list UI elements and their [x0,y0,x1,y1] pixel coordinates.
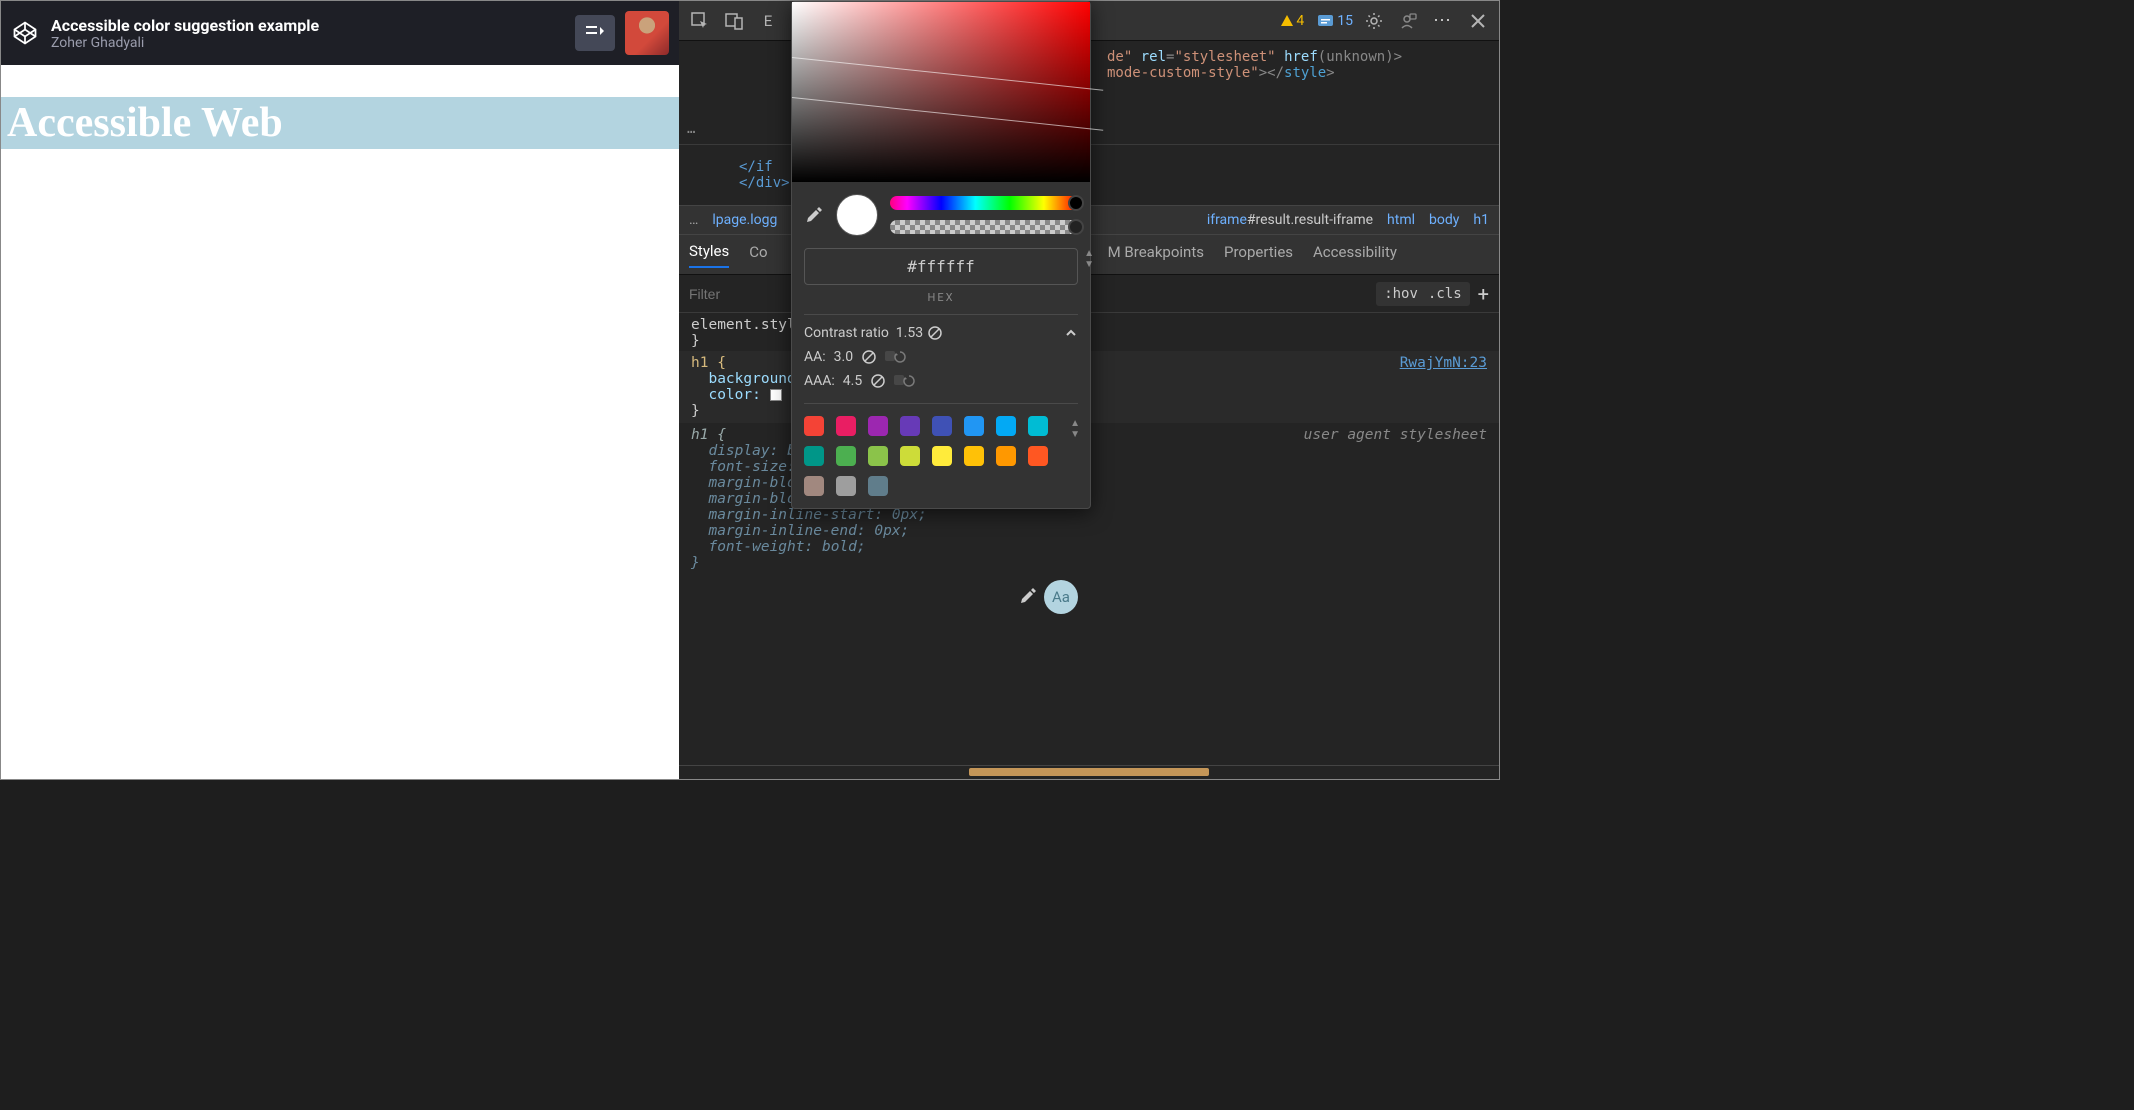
elements-tab-edge[interactable]: E [755,8,781,34]
hue-slider[interactable] [890,196,1078,210]
codepen-header: Accessible color suggestion example Zohe… [1,1,679,65]
contrast-label: Contrast ratio [804,325,889,341]
aa-row: AA: 3.0 [804,349,1078,365]
settings-icon[interactable] [1361,8,1387,34]
preview-pane: Accessible color suggestion example Zohe… [1,1,679,779]
format-switcher-icon[interactable]: ▲▼ [1084,248,1094,270]
warnings-count: 4 [1296,13,1304,29]
palette-swatch[interactable] [964,446,984,466]
aa-fail-icon [861,349,877,365]
breadcrumb-html[interactable]: html [1387,212,1415,228]
aaa-row: AAA: 4.5 [804,373,1078,389]
contrast-line-aa [792,57,1103,91]
contrast-fail-icon [927,325,943,341]
palette-swatch[interactable] [900,446,920,466]
hov-toggle[interactable]: :hov .cls [1376,282,1469,306]
current-color-preview [836,194,878,236]
breadcrumb-h1[interactable]: h1 [1473,212,1489,228]
palette-swatch[interactable] [868,476,888,496]
aa-fix-button[interactable] [885,349,907,365]
tab-accessibility[interactable]: Accessibility [1313,243,1397,267]
palette-swatch[interactable] [804,416,824,436]
contrast-line-aaa [792,97,1103,131]
aaa-fail-icon [870,373,886,389]
palette-swatches: ▲▼ [804,403,1078,496]
pen-author[interactable]: Zoher Ghadyali [51,35,319,51]
contrast-value: 1.53 [896,325,923,341]
header-left: Accessible color suggestion example Zohe… [11,16,319,51]
breadcrumb-overflow[interactable]: … [689,212,698,228]
source-link[interactable]: RwajYmN:23 [1400,355,1487,371]
device-toggle-icon[interactable] [721,8,747,34]
palette-swatch[interactable] [900,416,920,436]
breadcrumb-iframe[interactable]: iframe#result.result-iframe [1207,212,1373,228]
pen-title: Accessible color suggestion example [51,16,319,35]
ua-stylesheet-label: user agent stylesheet [1304,427,1487,443]
tab-styles[interactable]: Styles [689,242,729,268]
codepen-logo-icon [11,19,39,47]
contrast-collapse-icon[interactable] [1064,326,1078,340]
user-avatar[interactable] [625,11,669,55]
contrast-bg-swatch[interactable]: Aa [1044,580,1078,614]
inspect-icon[interactable] [687,8,713,34]
hue-handle[interactable] [1068,195,1084,211]
aaa-fix-button[interactable] [894,373,916,389]
more-menu-icon[interactable]: ⋯ [1429,10,1457,31]
messages-badge[interactable]: 15 [1318,13,1353,29]
palette-swatch[interactable] [804,446,824,466]
palette-swatch[interactable] [932,416,952,436]
palette-swatch[interactable] [836,476,856,496]
palette-swatch[interactable] [1028,446,1048,466]
color-swatch-white[interactable] [770,389,782,401]
breadcrumb-page[interactable]: lpage.logg [712,212,777,228]
palette-swatch[interactable] [964,416,984,436]
tab-computed[interactable]: Co [749,243,767,267]
color-picker-popup: #ffffff ▲▼ HEX Contrast ratio 1.53 AA: 3… [791,1,1091,509]
contrast-section: Contrast ratio 1.53 AA: 3.0 AAA: 4.5 [804,314,1078,389]
palette-swatch[interactable] [804,476,824,496]
palette-switcher-icon[interactable]: ▲▼ [1070,418,1080,440]
breadcrumb-body[interactable]: body [1429,212,1459,228]
view-toggle-button[interactable] [575,15,615,51]
new-style-rule-button[interactable]: + [1478,282,1489,306]
hex-input[interactable]: #ffffff [804,248,1078,285]
preview-heading: Accessible Web [1,97,679,149]
eyedropper-icon[interactable] [804,205,824,225]
palette-swatch[interactable] [868,416,888,436]
palette-swatch[interactable] [996,446,1016,466]
messages-count: 15 [1337,13,1353,29]
palette-swatch[interactable] [836,416,856,436]
palette-swatch[interactable] [932,446,952,466]
tab-properties[interactable]: Properties [1224,243,1293,267]
tab-dom-breakpoints[interactable]: M Breakpoints [1108,243,1204,267]
palette-swatch[interactable] [996,416,1016,436]
header-right [575,11,669,55]
close-icon[interactable] [1465,8,1491,34]
scrollbar-thumb[interactable] [969,768,1209,776]
palette-swatch[interactable] [868,446,888,466]
alpha-handle[interactable] [1068,219,1084,235]
preview-content: Accessible Web [1,97,679,149]
feedback-icon[interactable] [1395,8,1421,34]
palette-swatch[interactable] [1028,416,1048,436]
horizontal-scrollbar[interactable] [679,765,1499,779]
alpha-slider[interactable] [890,220,1078,234]
warnings-badge[interactable]: 4 [1280,13,1304,29]
contrast-eyedropper-icon[interactable] [1018,586,1038,606]
hex-label: HEX [804,291,1078,304]
palette-swatch[interactable] [836,446,856,466]
saturation-area[interactable] [792,2,1090,182]
